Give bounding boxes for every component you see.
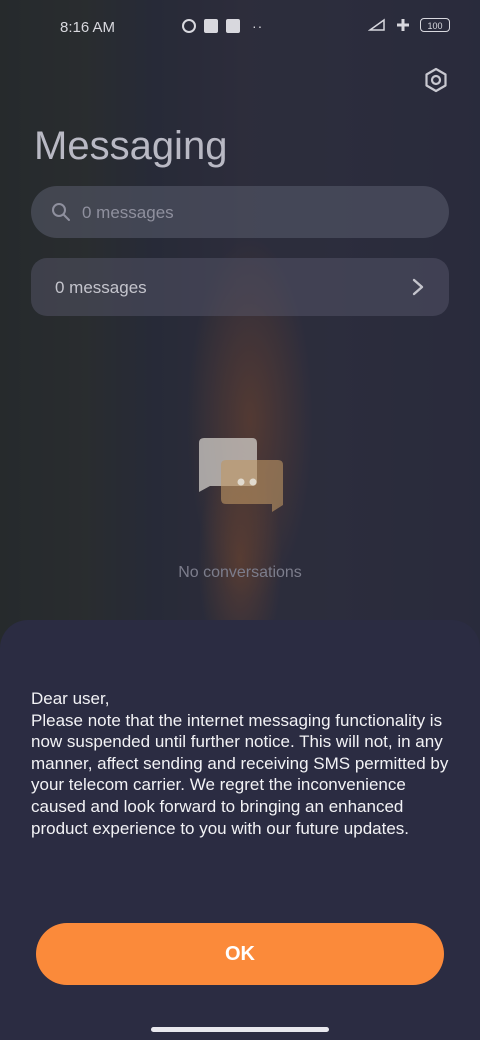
messages-row[interactable]: 0 messages [31,258,449,316]
status-bar: 8:16 AM ·· 100 [0,0,480,56]
notification-icons: ·· [122,18,263,34]
messages-row-label: 0 messages [55,278,147,297]
status-time: 8:16 AM [60,19,116,36]
page-title: Messaging [34,124,228,168]
home-indicator[interactable] [151,1027,329,1032]
plus-icon [397,19,409,31]
chevron-right-icon [412,278,424,296]
status-right-icons: 100 [368,18,450,32]
chat-bubbles-icon [199,438,283,512]
app-notification-icon [226,19,240,33]
signal-icon [368,18,385,31]
search-input[interactable]: 0 messages [31,186,449,238]
square-notification-icon [204,19,218,33]
battery-icon: 100 [420,18,450,32]
more-notifications-icon: ·· [252,18,264,34]
search-icon [52,203,70,221]
notice-message: Dear user, Please note that the internet… [31,689,449,838]
empty-state-text: No conversations [178,564,302,581]
search-placeholder: 0 messages [82,203,174,222]
ok-button[interactable]: OK [36,923,444,985]
gear-icon[interactable] [420,64,452,96]
circle-notification-icon [182,19,196,33]
